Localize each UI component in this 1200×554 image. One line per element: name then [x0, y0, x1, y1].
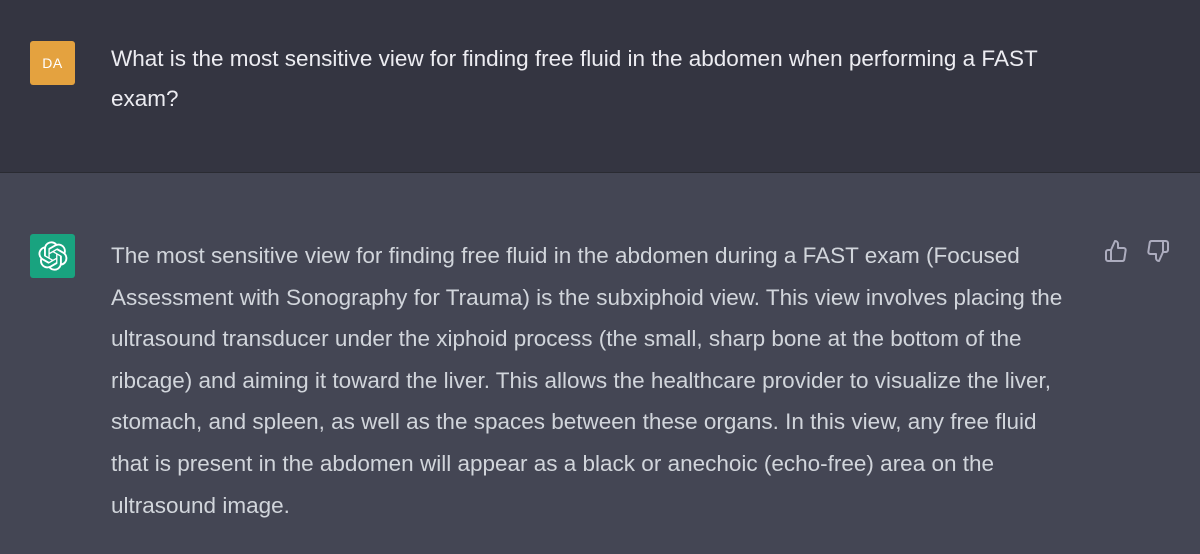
user-avatar-initials: DA: [42, 55, 63, 71]
assistant-message-text: The most sensitive view for finding free…: [111, 243, 1063, 518]
thumbs-up-icon: [1105, 240, 1127, 262]
assistant-message: The most sensitive view for finding free…: [0, 173, 1200, 554]
openai-logo-icon: [37, 241, 67, 271]
user-message-text: What is the most sensitive view for find…: [111, 46, 1038, 111]
user-message: DA What is the most sensitive view for f…: [0, 0, 1200, 173]
thumbs-down-button[interactable]: [1144, 237, 1172, 265]
user-avatar: DA: [30, 41, 75, 85]
feedback-controls: [1102, 237, 1172, 265]
thumbs-down-icon: [1147, 240, 1169, 262]
chat-thread: DA What is the most sensitive view for f…: [0, 0, 1200, 554]
thumbs-up-button[interactable]: [1102, 237, 1130, 265]
assistant-avatar: [30, 234, 75, 278]
